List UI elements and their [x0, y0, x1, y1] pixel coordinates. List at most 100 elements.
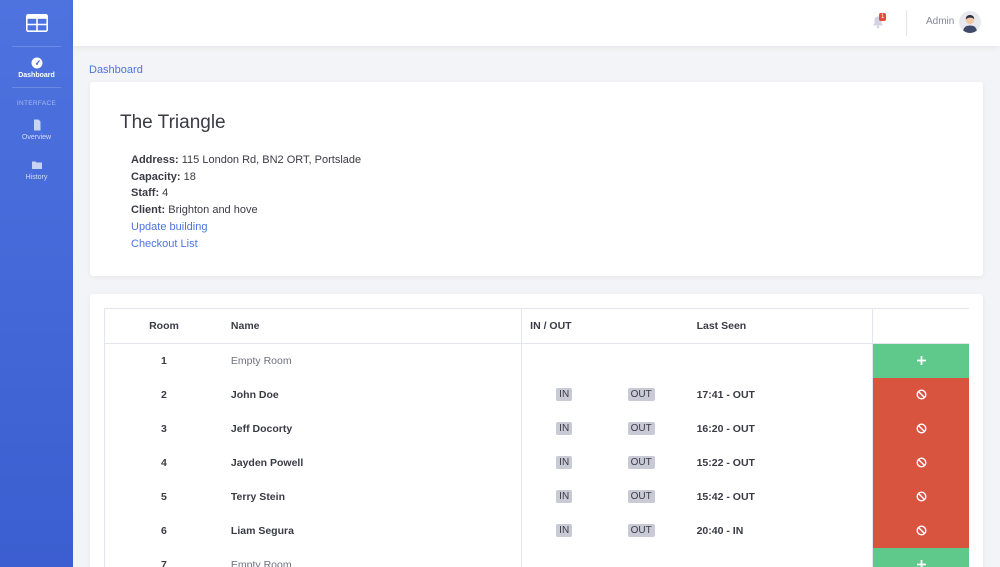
file-icon — [33, 119, 40, 131]
header-inout: IN / OUT — [521, 309, 592, 344]
header-spacer — [591, 309, 697, 344]
occupant-name: Empty Room — [230, 354, 292, 367]
ban-icon — [916, 457, 927, 468]
address-value: 115 London Rd, BN2 ORT, Portslade — [181, 154, 362, 166]
sidebar-item-history[interactable]: History — [0, 149, 73, 189]
notification-badge: 1 — [879, 13, 887, 21]
in-cell — [521, 547, 592, 567]
checkout-list-link[interactable]: Checkout List — [131, 236, 361, 253]
sidebar-item-overview[interactable]: Overview — [0, 109, 73, 149]
table-row: 5 Terry Stein IN OUT 15:42 - OUT — [105, 479, 969, 514]
ban-icon — [916, 525, 927, 536]
rooms-table-wrapper: Room Name IN / OUT Last Seen 1 Empty Roo… — [104, 308, 969, 567]
action-cell — [871, 547, 969, 567]
table-row: 4 Jayden Powell IN OUT 15:22 - OUT — [105, 445, 969, 480]
in-cell: IN — [521, 513, 592, 548]
add-occupant-button[interactable] — [872, 343, 969, 378]
check-in-button[interactable]: IN — [556, 524, 573, 537]
check-in-button[interactable]: IN — [556, 456, 573, 469]
out-cell: OUT — [592, 480, 697, 514]
action-cell — [871, 513, 969, 548]
out-cell: OUT — [592, 412, 697, 446]
sidebar-item-label: History — [25, 174, 48, 181]
in-cell — [521, 343, 592, 378]
building-details: Address: 115 London Rd, BN2 ORT, Portsla… — [131, 152, 361, 252]
last-seen: 15:22 - OUT — [696, 456, 755, 469]
check-in-button[interactable]: IN — [556, 490, 573, 503]
rooms-card: Room Name IN / OUT Last Seen 1 Empty Roo… — [90, 294, 983, 567]
add-occupant-button[interactable] — [872, 547, 969, 567]
out-cell: OUT — [592, 446, 697, 480]
capacity-label: Capacity: — [131, 170, 181, 183]
room-number: 7 — [161, 558, 167, 567]
sidebar-item-dashboard[interactable]: Dashboard — [0, 47, 73, 87]
action-cell — [871, 377, 969, 412]
action-cell — [871, 411, 969, 446]
remove-occupant-button[interactable] — [872, 513, 969, 548]
check-out-button[interactable]: OUT — [627, 456, 655, 469]
in-cell: IN — [521, 479, 592, 514]
check-in-button[interactable]: IN — [556, 388, 573, 401]
last-seen: 17:41 - OUT — [696, 388, 755, 401]
client-label: Client: — [131, 204, 166, 217]
in-cell: IN — [521, 411, 592, 446]
header-room: Room — [105, 309, 223, 344]
building-name: The Triangle — [120, 112, 226, 133]
out-cell: OUT — [592, 514, 697, 548]
ban-icon — [916, 423, 927, 434]
update-building-link[interactable]: Update building — [131, 219, 361, 236]
occupant-name: Jeff Docorty — [230, 422, 293, 435]
out-cell: OUT — [592, 378, 697, 412]
room-number: 1 — [161, 354, 167, 367]
check-in-button[interactable]: IN — [556, 422, 573, 435]
remove-occupant-button[interactable] — [872, 377, 969, 412]
table-row: 1 Empty Room — [105, 343, 969, 378]
out-cell — [592, 343, 697, 378]
header-name: Name — [222, 309, 522, 344]
last-seen: 20:40 - IN — [696, 524, 744, 537]
dashboard-icon — [31, 57, 42, 69]
capacity-value: 18 — [183, 170, 196, 183]
check-out-button[interactable]: OUT — [627, 388, 655, 401]
check-out-button[interactable]: OUT — [627, 422, 655, 435]
remove-occupant-button[interactable] — [872, 445, 969, 480]
header-last-seen: Last Seen — [696, 309, 873, 344]
ban-icon — [916, 389, 927, 400]
avatar[interactable] — [959, 11, 981, 33]
room-number: 6 — [161, 524, 167, 537]
topbar: 1 Admin — [73, 0, 1000, 46]
remove-occupant-button[interactable] — [872, 411, 969, 446]
ban-icon — [916, 491, 927, 502]
sidebar-item-label: Overview — [21, 134, 52, 141]
in-cell: IN — [521, 377, 592, 412]
check-out-button[interactable]: OUT — [627, 524, 655, 537]
room-number: 3 — [161, 422, 167, 435]
folder-icon — [31, 161, 42, 169]
occupant-name: Jayden Powell — [230, 456, 304, 469]
action-cell — [871, 445, 969, 480]
occupant-name: John Doe — [230, 388, 279, 401]
breadcrumb[interactable]: Dashboard — [89, 64, 143, 76]
brand-logo[interactable] — [0, 0, 73, 46]
sidebar-item-label: Dashboard — [18, 72, 55, 79]
in-cell: IN — [521, 445, 592, 480]
table-row: 2 John Doe IN OUT 17:41 - OUT — [105, 377, 969, 412]
table-row: 7 Empty Room — [105, 547, 969, 567]
last-seen — [697, 343, 873, 378]
last-seen: 16:20 - OUT — [696, 422, 755, 435]
address-label: Address: — [131, 154, 179, 166]
staff-value: 4 — [162, 187, 169, 200]
remove-occupant-button[interactable] — [872, 479, 969, 514]
capacity-row: Capacity: 18 — [131, 169, 361, 186]
table-layout-icon — [25, 14, 48, 32]
room-number: 5 — [161, 490, 167, 503]
last-seen — [697, 548, 873, 567]
rooms-table: Room Name IN / OUT Last Seen 1 Empty Roo… — [105, 309, 969, 567]
check-out-button[interactable]: OUT — [627, 490, 655, 503]
occupant-name: Liam Segura — [230, 524, 294, 537]
last-seen: 15:42 - OUT — [696, 490, 755, 503]
topbar-divider — [906, 10, 907, 36]
staff-label: Staff: — [131, 187, 160, 200]
user-name[interactable]: Admin — [926, 16, 954, 27]
out-cell — [592, 548, 697, 567]
